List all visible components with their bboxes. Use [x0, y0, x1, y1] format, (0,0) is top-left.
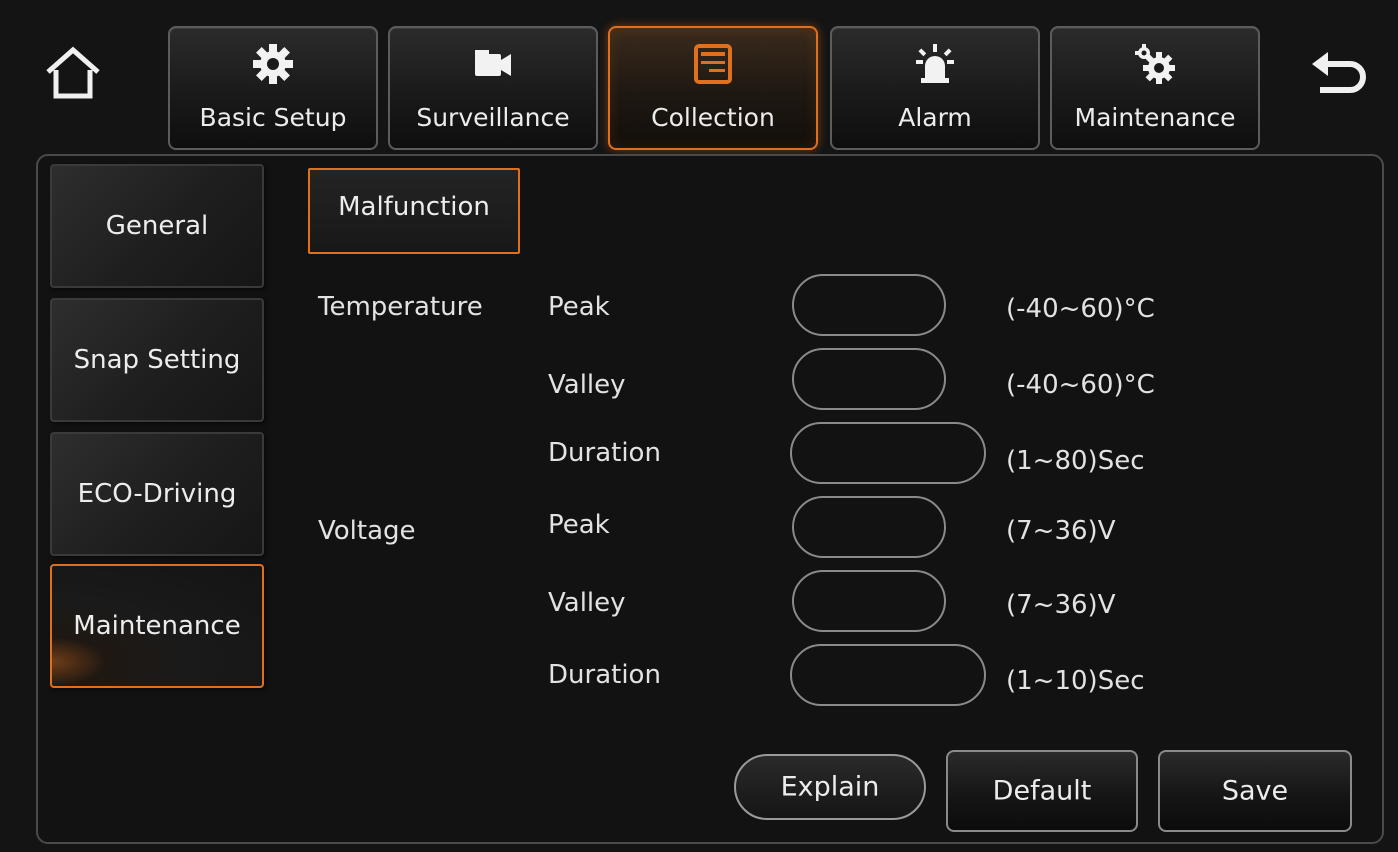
temperature-duration-label: Duration	[548, 438, 661, 468]
gears-icon	[1135, 44, 1175, 84]
sidebar-item-eco-driving[interactable]: ECO-Driving	[50, 432, 264, 556]
explain-button-label: Explain	[780, 771, 880, 803]
tab-alarm[interactable]: Alarm	[830, 26, 1040, 150]
voltage-duration-label: Duration	[548, 660, 661, 690]
sidebar-item-general[interactable]: General	[50, 164, 264, 288]
temperature-group-label: Temperature	[318, 292, 483, 322]
voltage-valley-range: (7~36)V	[1006, 590, 1116, 620]
sidebar-item-label: Maintenance	[73, 611, 241, 641]
sidebar-item-label: Snap Setting	[73, 345, 241, 375]
tab-label: Maintenance	[1074, 103, 1236, 132]
voltage-valley-input[interactable]	[792, 570, 946, 632]
temperature-duration-range: (1~80)Sec	[1006, 446, 1145, 476]
temperature-duration-input[interactable]	[790, 422, 986, 484]
default-button-label: Default	[992, 775, 1092, 807]
tab-basic-setup[interactable]: Basic Setup	[168, 26, 378, 150]
sidebar-item-label: ECO-Driving	[77, 479, 237, 509]
alarm-light-icon	[916, 44, 954, 83]
home-button[interactable]	[42, 42, 104, 108]
temperature-peak-label: Peak	[548, 292, 610, 322]
subtab-label: Malfunction	[338, 192, 490, 222]
home-icon	[46, 46, 100, 99]
gear-icon	[253, 44, 293, 84]
document-icon	[694, 44, 732, 84]
subtab-malfunction[interactable]: Malfunction	[308, 168, 520, 254]
camera-icon	[475, 50, 511, 76]
voltage-peak-label: Peak	[548, 510, 610, 540]
voltage-duration-input[interactable]	[790, 644, 986, 706]
temperature-valley-label: Valley	[548, 370, 626, 400]
temperature-peak-range: (-40~60)°C	[1006, 294, 1155, 324]
explain-button[interactable]: Explain	[734, 754, 926, 820]
tab-maintenance[interactable]: Maintenance	[1050, 26, 1260, 150]
tab-label: Collection	[651, 103, 775, 132]
voltage-peak-input[interactable]	[792, 496, 946, 558]
temperature-valley-range: (-40~60)°C	[1006, 370, 1155, 400]
voltage-valley-label: Valley	[548, 588, 626, 618]
sidebar-item-snap-setting[interactable]: Snap Setting	[50, 298, 264, 422]
temperature-peak-input[interactable]	[792, 274, 946, 336]
save-button-label: Save	[1221, 775, 1289, 807]
tab-surveillance[interactable]: Surveillance	[388, 26, 598, 150]
back-arrow-icon	[1312, 52, 1366, 93]
voltage-peak-range: (7~36)V	[1006, 516, 1116, 546]
temperature-valley-input[interactable]	[792, 348, 946, 410]
voltage-group-label: Voltage	[318, 516, 416, 546]
voltage-duration-range: (1~10)Sec	[1006, 666, 1145, 696]
tab-label: Surveillance	[416, 103, 570, 132]
sidebar-item-label: General	[105, 211, 209, 241]
sidebar-item-maintenance[interactable]: Maintenance	[50, 564, 264, 688]
tab-label: Basic Setup	[199, 103, 347, 132]
back-button[interactable]	[1308, 42, 1370, 108]
save-button[interactable]: Save	[1158, 750, 1352, 832]
default-button[interactable]: Default	[946, 750, 1138, 832]
tab-label: Alarm	[898, 103, 972, 132]
tab-collection[interactable]: Collection	[608, 26, 818, 150]
